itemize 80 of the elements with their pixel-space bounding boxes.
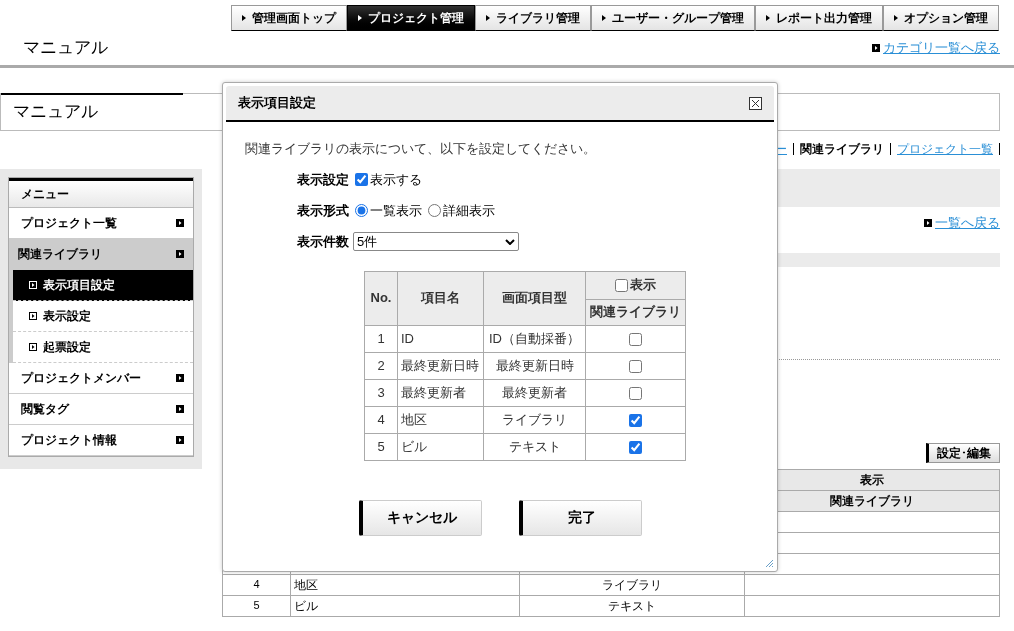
table-cell: テキスト: [519, 595, 745, 616]
menu-item[interactable]: 関連ライブラリ: [9, 239, 193, 270]
edit-button[interactable]: 設定･編集: [926, 442, 1000, 463]
panel-title: マニュアル: [12, 101, 98, 124]
checkbox[interactable]: [629, 386, 642, 400]
bullet-icon: [176, 219, 184, 227]
arrow-icon: [242, 15, 246, 21]
bullet-icon: [29, 343, 37, 351]
menu-heading: メニュー: [9, 178, 193, 208]
table-cell: ID: [397, 325, 484, 352]
table-cell: 2: [364, 352, 398, 379]
checkbox[interactable]: [629, 440, 642, 454]
bullet-icon: [176, 405, 184, 413]
table-cell: 最終更新者: [483, 379, 586, 406]
table-cell: 最終更新日時: [483, 352, 586, 379]
table-cell: 最終更新日時: [397, 352, 484, 379]
bullet-icon: [924, 218, 932, 227]
count-dropdown[interactable]: 5件: [353, 232, 519, 251]
table-cell: 4: [222, 574, 291, 595]
submenu-item[interactable]: 表示項目設定: [13, 270, 193, 301]
checkbox[interactable]: [615, 278, 628, 292]
table-cell: 4: [364, 406, 398, 433]
checkbox[interactable]: [355, 173, 368, 186]
radio-button[interactable]: [355, 204, 368, 217]
dialog-button[interactable]: 完了: [519, 499, 642, 536]
close-icon[interactable]: [749, 96, 762, 110]
dialog-title: 表示項目設定: [238, 94, 316, 113]
table-cell: ビル: [290, 595, 520, 616]
arrow-icon: [486, 15, 490, 21]
resize-grip-icon[interactable]: [764, 558, 774, 568]
arrow-icon: [602, 15, 606, 21]
bullet-icon: [29, 281, 37, 289]
bullet-icon: [176, 436, 184, 444]
table-cell: テキスト: [483, 433, 586, 460]
dialog-description: 関連ライブラリの表示について、以下を設定してください。: [245, 140, 597, 158]
radio-label: 一覧表示: [370, 201, 422, 220]
checkbox[interactable]: [629, 332, 642, 346]
column-header: 画面項目型: [483, 271, 586, 325]
table-cell: 地区: [290, 574, 520, 595]
table-cell: ビル: [397, 433, 484, 460]
table-cell: ライブラリ: [519, 574, 745, 595]
column-header: 関連ライブラリ: [585, 299, 686, 325]
column-header: 項目名: [397, 271, 484, 325]
checkbox[interactable]: [629, 413, 642, 427]
bullet-icon: [872, 44, 880, 52]
field-label: 表示形式: [297, 201, 349, 220]
column-header: No.: [364, 271, 398, 325]
breadcrumb-link[interactable]: プロジェクト一覧: [897, 140, 993, 158]
dialog-button[interactable]: キャンセル: [359, 499, 482, 536]
table-cell: 地区: [397, 406, 484, 433]
nav-tab[interactable]: 管理画面トップ: [231, 5, 347, 31]
table-cell: 5: [222, 595, 291, 616]
arrow-icon: [766, 15, 770, 21]
nav-tab[interactable]: ユーザー・グループ管理: [591, 5, 755, 31]
page-title: マニュアル: [23, 37, 108, 60]
nav-tab[interactable]: ライブラリ管理: [475, 5, 591, 31]
radio-label: 詳細表示: [443, 201, 495, 220]
bullet-icon: [176, 374, 184, 382]
bullet-icon: [176, 250, 184, 258]
nav-tab[interactable]: オプション管理: [883, 5, 999, 31]
back-link[interactable]: 一覧へ戻る: [924, 213, 1000, 233]
checkbox[interactable]: [629, 359, 642, 373]
table-cell: 3: [364, 379, 398, 406]
nav-tab[interactable]: レポート出力管理: [755, 5, 883, 31]
table-cell: 最終更新者: [397, 379, 484, 406]
table-cell: 5: [364, 433, 398, 460]
chevron-down-icon: [505, 238, 515, 245]
arrow-icon: [894, 15, 898, 21]
table-cell: ライブラリ: [483, 406, 586, 433]
field-label: 表示設定: [297, 170, 349, 189]
column-header: 表示: [585, 271, 686, 299]
field-label: 表示件数: [297, 232, 349, 251]
arrow-icon: [358, 15, 362, 21]
table-cell: 1: [364, 325, 398, 352]
nav-tab[interactable]: プロジェクト管理: [347, 5, 475, 31]
bullet-icon: [29, 312, 37, 320]
checkbox-label: 表示する: [370, 170, 422, 189]
table-cell: ID（自動採番）: [483, 325, 586, 352]
radio-button[interactable]: [428, 204, 441, 217]
breadcrumb-current: 関連ライブラリ: [800, 141, 884, 158]
